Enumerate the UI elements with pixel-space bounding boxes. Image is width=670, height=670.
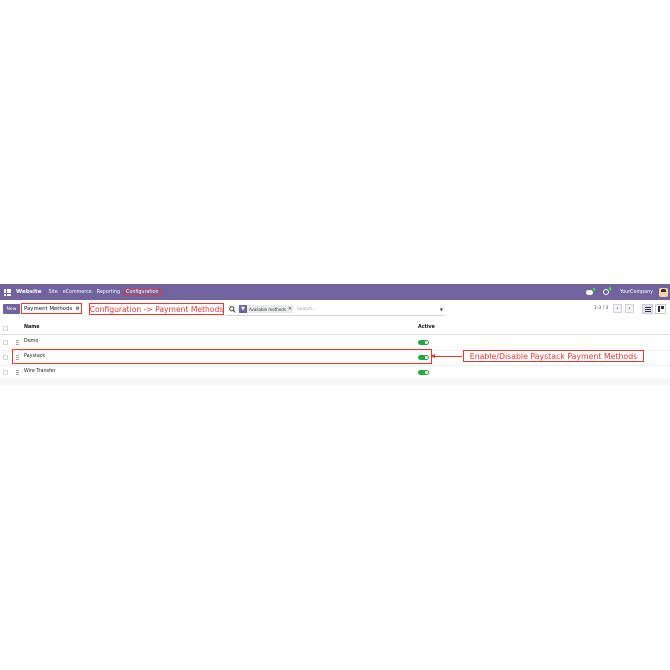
active-toggle[interactable] — [418, 370, 429, 375]
activity-badge: 3 — [607, 287, 612, 291]
pager-previous-button[interactable]: ‹ — [613, 304, 622, 313]
menu-reporting[interactable]: Reporting — [97, 290, 120, 295]
drag-handle-icon[interactable] — [16, 340, 19, 345]
company-switcher[interactable]: YourCompany — [620, 290, 653, 295]
kanban-view-button[interactable] — [655, 304, 666, 314]
filter-icon: ▼ — [239, 305, 247, 313]
column-active[interactable]: Active — [418, 325, 435, 330]
annotation-toggle: Enable/Disable Paystack Payment Methods — [463, 350, 644, 362]
pager-value[interactable]: 1-3 / 3 — [594, 306, 608, 311]
list-view-button[interactable] — [642, 304, 653, 314]
page-title: Payment Methods — [24, 305, 73, 312]
row-name[interactable]: Wire Transfer — [24, 369, 56, 374]
search-input[interactable]: Search... — [297, 307, 440, 312]
activity-icon[interactable]: 3 — [602, 287, 612, 295]
menu-configuration[interactable]: Configuration — [124, 288, 161, 296]
select-all-checkbox[interactable] — [3, 326, 8, 331]
list-view-icon — [644, 306, 651, 312]
menu-site[interactable]: Site — [48, 290, 57, 295]
top-navbar: Website Site eCommerce Reporting Configu… — [0, 284, 670, 300]
row-name[interactable]: Demo — [24, 339, 38, 344]
app-brand[interactable]: Website — [16, 289, 41, 295]
menu-ecommerce[interactable]: eCommerce — [63, 290, 92, 295]
kanban-view-icon — [657, 306, 664, 312]
row-checkbox[interactable] — [3, 340, 8, 345]
table-footer — [0, 379, 670, 385]
breadcrumb: Payment Methods ⚙ — [21, 303, 82, 314]
facet-remove-icon[interactable]: × — [288, 306, 293, 312]
chevron-right-icon: › — [628, 305, 631, 312]
row-checkbox[interactable] — [3, 355, 8, 360]
annotation-configuration: Configuration -> Payment Methods — [89, 303, 224, 315]
search-options-toggle-icon[interactable]: ▼ — [440, 307, 443, 312]
search-facet: ▼ Available methods × — [239, 305, 294, 313]
messages-icon[interactable]: 7 — [585, 287, 596, 295]
drag-handle-icon[interactable] — [16, 370, 19, 375]
pager-next-button[interactable]: › — [625, 304, 634, 313]
facet-label: Available methods — [249, 306, 286, 312]
search-icon[interactable] — [229, 305, 236, 313]
table-header: Name Active — [0, 323, 670, 335]
new-button[interactable]: New — [3, 304, 20, 314]
user-avatar[interactable] — [659, 287, 668, 297]
messages-badge: 7 — [591, 287, 596, 292]
search-bar: ▼ Available methods × Search... ▼ — [226, 303, 445, 316]
annotation-arrow-line — [434, 356, 462, 357]
column-name[interactable]: Name — [24, 325, 40, 330]
paystack-highlight-box — [12, 349, 432, 364]
apps-menu-icon[interactable] — [4, 288, 11, 296]
gear-icon[interactable]: ⚙ — [75, 306, 79, 312]
chevron-left-icon: ‹ — [616, 305, 619, 312]
row-checkbox[interactable] — [3, 370, 8, 375]
active-toggle[interactable] — [418, 340, 429, 345]
